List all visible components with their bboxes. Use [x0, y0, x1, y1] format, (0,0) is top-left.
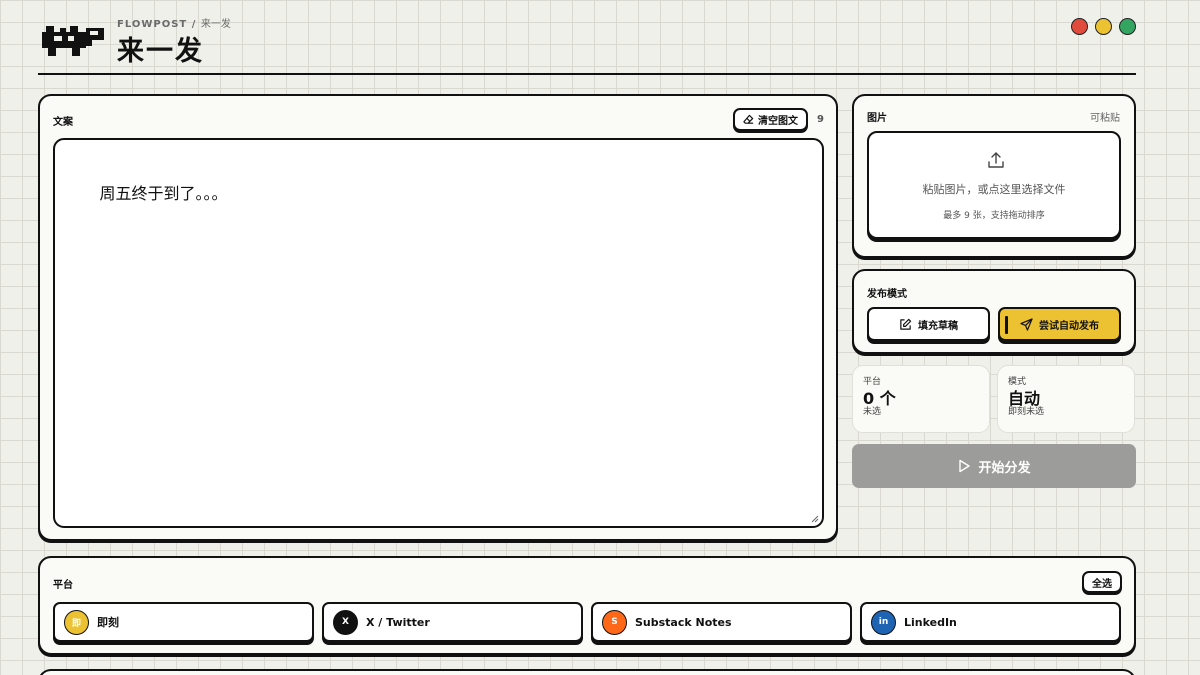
platform-name: Substack Notes [635, 615, 732, 629]
fill-draft-label: 填充草稿 [918, 320, 958, 332]
window-controls [1071, 18, 1136, 35]
mode-stat: 模式 自动 即刻未选 [997, 365, 1135, 433]
caption-text: 周五终于到了。。。 [99, 184, 228, 203]
publish-mode-panel: 发布模式 填充草稿 尝试自动发布 [852, 269, 1136, 354]
platform-name: X / Twitter [366, 615, 430, 629]
platform-item-linkedin[interactable]: in LinkedIn [860, 602, 1121, 642]
auto-publish-label: 尝试自动发布 [1039, 320, 1099, 332]
stat-platform-sub: 未选 [863, 407, 882, 417]
app-header: FLOWPOST / 来一发 来一发 [38, 0, 1136, 75]
clear-content-button[interactable]: 清空图文 [733, 108, 808, 131]
platform-item-substack[interactable]: S Substack Notes [591, 602, 852, 642]
dropzone-text: 粘贴图片，或点这里选择文件 [922, 183, 1066, 196]
start-distribute-button[interactable]: 开始分发 [852, 444, 1136, 488]
minimize-window-button[interactable] [1095, 18, 1112, 35]
resize-grip-icon[interactable] [811, 515, 819, 523]
clear-content-label: 清空图文 [758, 116, 798, 127]
stat-mode-sub: 即刻未选 [1008, 407, 1045, 417]
upload-icon [988, 152, 1004, 168]
x-twitter-icon: X [333, 609, 358, 635]
image-label: 图片 [867, 113, 887, 124]
dropzone-subtext: 最多 9 张，支持拖动排序 [943, 211, 1045, 221]
platform-name: LinkedIn [904, 615, 957, 629]
send-icon [1020, 317, 1033, 331]
breadcrumb: FLOWPOST / 来一发 [117, 15, 231, 30]
fill-draft-button[interactable]: 填充草稿 [867, 307, 990, 341]
eraser-icon [743, 114, 754, 124]
image-panel: 图片 可粘贴 粘贴图片，或点这里选择文件 最多 9 张，支持拖动排序 [852, 94, 1136, 258]
platform-section-label: 平台 [53, 580, 73, 591]
pixel-truck-icon [42, 26, 104, 56]
start-distribute-label: 开始分发 [978, 460, 1031, 476]
caption-panel: 文案 清空图文 9 周五终于到了。。。 [38, 94, 838, 541]
edit-icon [900, 318, 912, 330]
jike-icon: 即 [64, 609, 89, 635]
close-window-button[interactable] [1071, 18, 1088, 35]
linkedin-icon: in [871, 609, 896, 635]
page-title: 来一发 [117, 36, 204, 67]
platform-name: 即刻 [97, 616, 119, 629]
platform-panel: 平台 全选 即 即刻 X X / Twitter S Substack Note… [38, 556, 1136, 655]
app-window: FLOWPOST / 来一发 来一发 文案 清空图文 9 周五终于到了。。。 图… [38, 0, 1136, 675]
caption-label: 文案 [53, 117, 73, 128]
substack-icon: S [602, 609, 627, 635]
play-icon [959, 459, 971, 473]
select-all-button[interactable]: 全选 [1082, 571, 1122, 593]
publish-mode-label: 发布模式 [867, 289, 907, 300]
platform-count-stat: 平台 0 个 未选 [852, 365, 990, 433]
breadcrumb-page: 来一发 [200, 19, 231, 30]
maximize-window-button[interactable] [1119, 18, 1136, 35]
caption-textarea[interactable]: 周五终于到了。。。 [53, 138, 824, 528]
image-dropzone[interactable]: 粘贴图片，或点这里选择文件 最多 9 张，支持拖动排序 [867, 131, 1121, 239]
char-count: 9 [817, 114, 824, 125]
platform-item-x-twitter[interactable]: X X / Twitter [322, 602, 583, 642]
next-panel [38, 669, 1136, 675]
platform-item-jike[interactable]: 即 即刻 [53, 602, 314, 642]
auto-publish-button[interactable]: 尝试自动发布 [998, 307, 1121, 341]
paste-hint: 可粘贴 [1090, 113, 1120, 124]
